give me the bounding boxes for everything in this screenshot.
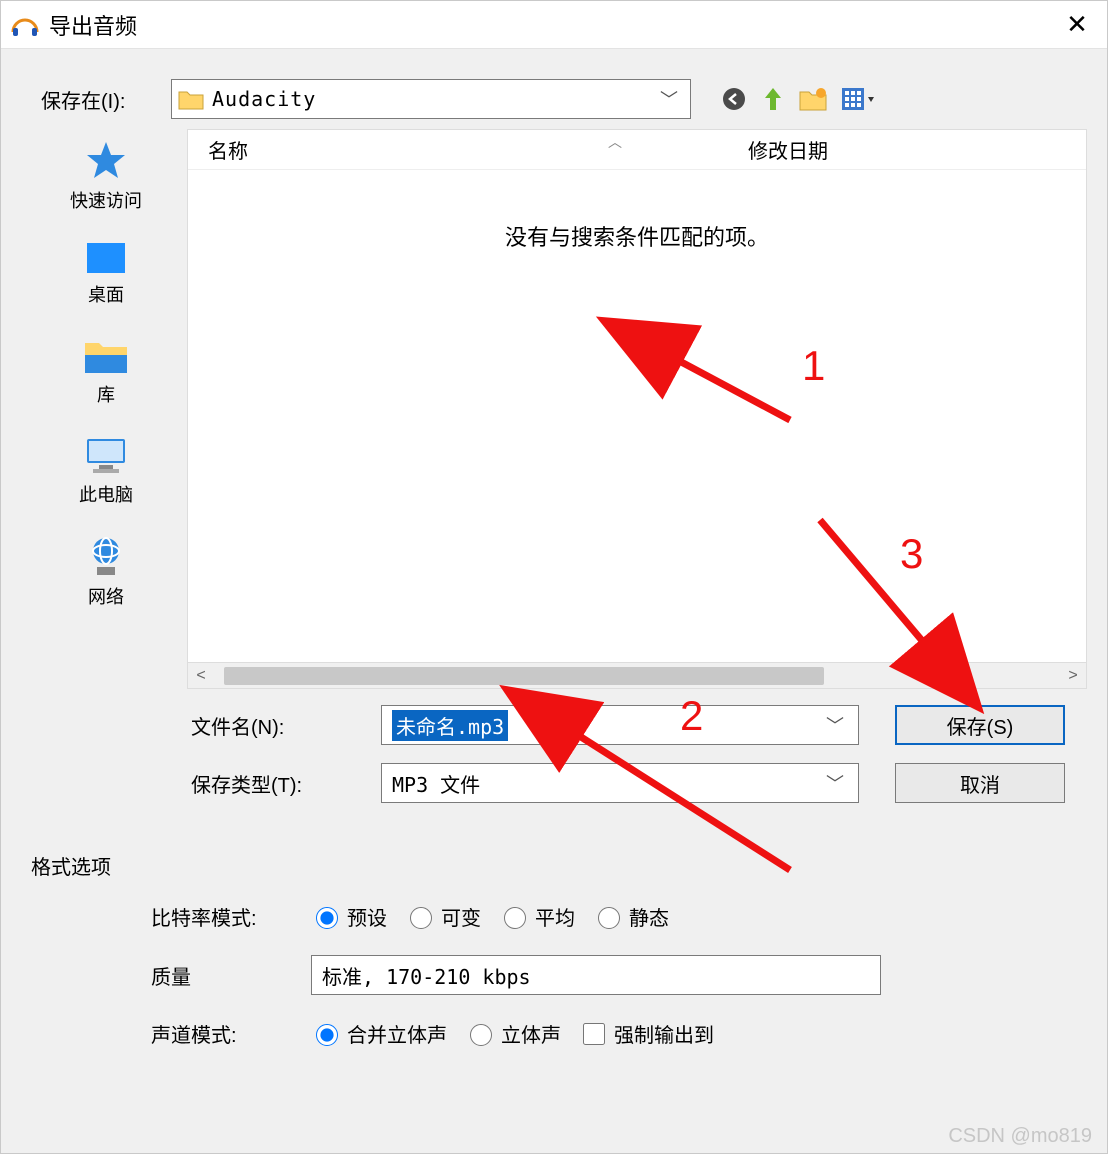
titlebar: 导出音频 ✕ [1, 1, 1107, 49]
place-desktop-label: 桌面 [88, 281, 124, 307]
place-network-label: 网络 [88, 583, 124, 609]
save-in-value: Audacity [212, 87, 654, 111]
bitrate-preset-radio[interactable]: 预设 [311, 902, 387, 931]
channel-stereo-radio[interactable]: 立体声 [465, 1019, 561, 1048]
place-network[interactable]: 网络 [85, 535, 127, 609]
savetype-combo[interactable]: MP3 文件 ﹀ [381, 763, 859, 803]
bitrate-average-radio[interactable]: 平均 [499, 902, 575, 931]
chevron-down-icon[interactable]: ﹀ [822, 770, 848, 796]
scroll-left-icon[interactable]: < [188, 667, 214, 685]
bitrate-variable-radio[interactable]: 可变 [405, 902, 481, 931]
place-this-pc[interactable]: 此电脑 [79, 435, 133, 507]
horizontal-scrollbar[interactable]: < > [188, 662, 1086, 688]
watermark: CSDN @mo819 [948, 1125, 1092, 1148]
chevron-down-icon: ﹀ [654, 86, 684, 112]
annotation-2: 2 [680, 692, 703, 740]
savetype-label: 保存类型(T): [191, 769, 381, 798]
column-headers: 名称 ︿ 修改日期 [188, 130, 1086, 170]
channel-mode-label: 声道模式: [151, 1019, 311, 1048]
save-button[interactable]: 保存(S) [895, 705, 1065, 745]
channel-joint-radio[interactable]: 合并立体声 [311, 1019, 447, 1048]
export-audio-dialog: 导出音频 ✕ 保存在(I): Audacity ﹀ 快速访问 [0, 0, 1108, 1154]
places-bar: 快速访问 桌面 库 此电脑 网络 [31, 129, 181, 689]
bitrate-static-radio[interactable]: 静态 [593, 902, 669, 931]
radio-label: 静态 [629, 902, 669, 931]
filename-input[interactable]: 未命名.mp3 ﹀ [381, 705, 859, 745]
channel-force-check[interactable]: 强制输出到 [579, 1019, 714, 1048]
folder-icon [178, 88, 204, 110]
nav-toolbar [721, 86, 875, 112]
save-in-row: 保存在(I): Audacity ﹀ [1, 49, 1107, 129]
place-quick-access-label: 快速访问 [70, 187, 142, 213]
radio-label: 可变 [441, 902, 481, 931]
place-this-pc-label: 此电脑 [79, 481, 133, 507]
annotation-3: 3 [900, 530, 923, 578]
quality-label: 质量 [151, 961, 311, 990]
savetype-value: MP3 文件 [392, 769, 822, 798]
annotation-1: 1 [802, 342, 825, 390]
back-icon[interactable] [721, 86, 747, 112]
col-name[interactable]: 名称 [208, 135, 748, 164]
check-label: 强制输出到 [614, 1019, 714, 1048]
chevron-down-icon[interactable]: ﹀ [822, 712, 848, 738]
file-list[interactable]: 名称 ︿ 修改日期 没有与搜索条件匹配的项。 < > [187, 129, 1087, 689]
place-quick-access[interactable]: 快速访问 [70, 139, 142, 213]
radio-label: 立体声 [501, 1019, 561, 1048]
place-libraries[interactable]: 库 [83, 335, 129, 407]
col-date[interactable]: 修改日期 [748, 135, 828, 164]
quality-value: 标准, 170-210 kbps [322, 961, 531, 990]
radio-label: 合并立体声 [347, 1019, 447, 1048]
view-menu-icon[interactable] [841, 87, 875, 111]
dialog-title: 导出音频 [49, 9, 1057, 41]
radio-label: 预设 [347, 902, 387, 931]
audacity-icon [11, 14, 39, 36]
place-desktop[interactable]: 桌面 [85, 241, 127, 307]
save-in-combo[interactable]: Audacity ﹀ [171, 79, 691, 119]
cancel-button[interactable]: 取消 [895, 763, 1065, 803]
quality-combo[interactable]: 标准, 170-210 kbps [311, 955, 881, 995]
place-libraries-label: 库 [97, 381, 115, 407]
close-button[interactable]: ✕ [1057, 9, 1097, 40]
new-folder-icon[interactable] [799, 87, 827, 111]
save-in-label: 保存在(I): [41, 85, 171, 114]
up-icon[interactable] [761, 86, 785, 112]
scroll-thumb[interactable] [224, 667, 824, 685]
filename-label: 文件名(N): [191, 711, 381, 740]
sort-indicator-icon: ︿ [608, 132, 622, 152]
filename-value: 未命名.mp3 [392, 710, 508, 741]
empty-message: 没有与搜索条件匹配的项。 [188, 170, 1086, 252]
format-options-title: 格式选项 [1, 811, 1107, 890]
bitrate-mode-label: 比特率模式: [151, 902, 311, 931]
radio-label: 平均 [535, 902, 575, 931]
scroll-right-icon[interactable]: > [1060, 667, 1086, 685]
